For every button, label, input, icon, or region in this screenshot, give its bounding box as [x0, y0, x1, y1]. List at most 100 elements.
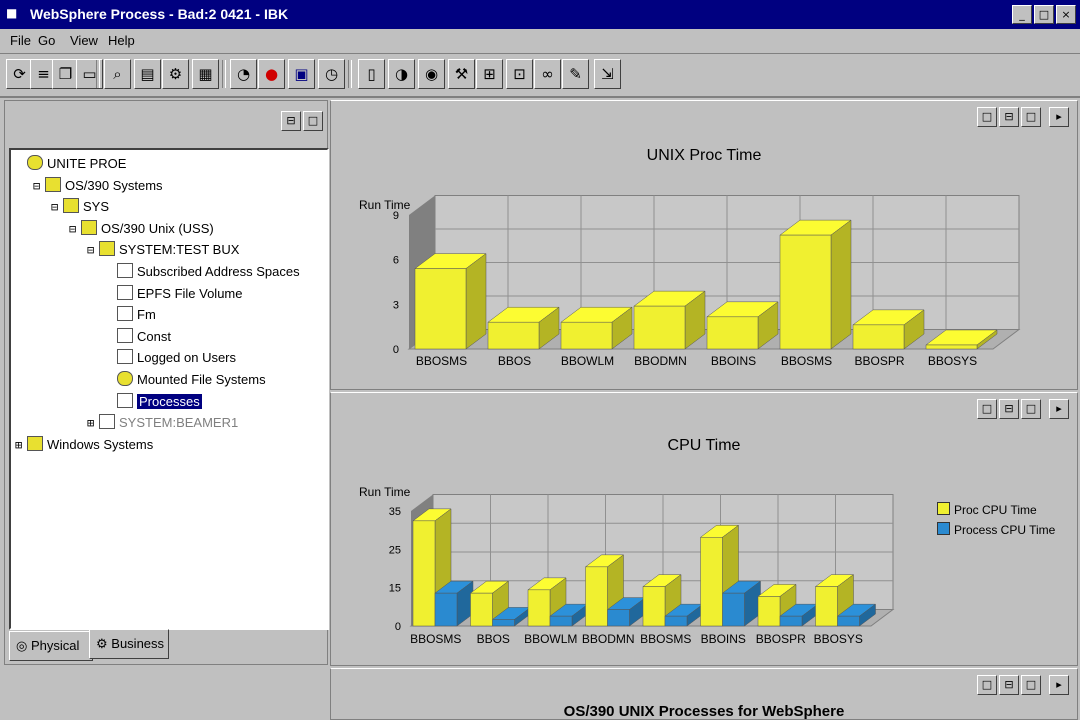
- tree-item[interactable]: Logged on Users: [105, 348, 236, 368]
- bar: [434, 592, 458, 627]
- business-icon: ⚙: [96, 636, 108, 651]
- search-icon[interactable]: ◔: [230, 59, 257, 89]
- tree-item[interactable]: ⊞ Windows Systems: [15, 435, 153, 455]
- folder-icon: [99, 241, 115, 257]
- table-controls: □ ⊟ □ ▸: [977, 675, 1069, 695]
- tree-icon[interactable]: ⊞: [476, 59, 503, 89]
- tree-item[interactable]: ⊟ SYS: [51, 197, 109, 217]
- tab-physical[interactable]: ◎ Physical: [9, 631, 93, 661]
- monitor-icon[interactable]: ◉: [418, 59, 445, 89]
- minimize-button[interactable]: _: [1012, 5, 1032, 24]
- menu-go[interactable]: Go: [38, 33, 55, 48]
- close-button[interactable]: ×: [1056, 5, 1076, 24]
- collapse-icon[interactable]: ⊟: [33, 176, 45, 196]
- wrench-icon[interactable]: ⚒: [448, 59, 475, 89]
- bar: [492, 619, 515, 627]
- tree-item[interactable]: EPFS File Volume: [105, 284, 243, 304]
- bar: [815, 586, 838, 627]
- tree-item[interactable]: Const: [105, 327, 171, 347]
- bar: [487, 321, 540, 350]
- chart-panel-cpu-time: □ ⊟ □ ▸ CPU Time Run Time 0 15 25 35 BBOSMS B…: [330, 392, 1078, 666]
- bar: [706, 316, 759, 350]
- expand-icon[interactable]: ⊞: [15, 435, 27, 455]
- next-icon[interactable]: ▸: [1049, 675, 1069, 695]
- legend-swatch-2: [937, 522, 950, 535]
- chart1-plot: 0 3 6 9 BBOSMS BBOS BBOWLM BBODMN BBOINS BBOSMS BB…: [393, 195, 1021, 368]
- menu-help[interactable]: Help: [108, 33, 135, 48]
- toolbar-separator: [96, 60, 100, 88]
- restore-icon[interactable]: ⊟: [281, 111, 301, 131]
- process-table-title: OS/390 UNIX Processes for WebSphere: [563, 703, 845, 720]
- gauge-icon[interactable]: ◑: [388, 59, 415, 89]
- find-icon[interactable]: ⌕: [104, 59, 131, 89]
- tree-item-label: OS/390 Systems: [65, 177, 163, 193]
- stop-icon[interactable]: ●: [258, 59, 285, 89]
- tree-item[interactable]: ⊟ SYSTEM:TEST BUX: [87, 240, 239, 260]
- tree-item-label: Mounted File Systems: [137, 372, 266, 387]
- copy-icon[interactable]: ❐: [52, 59, 79, 89]
- legend-label-1: Proc CPU Time: [954, 503, 1037, 517]
- tree-item-label: EPFS File Volume: [137, 285, 243, 301]
- maximize-icon[interactable]: □: [1021, 675, 1041, 695]
- bar: [664, 615, 688, 627]
- clock-icon[interactable]: ◷: [318, 59, 345, 89]
- x-tick-label: BBOSMS: [640, 632, 691, 646]
- y-tick-label: 9: [393, 210, 399, 222]
- print-icon[interactable]: ▤: [134, 59, 161, 89]
- export-icon[interactable]: ⇲: [594, 59, 621, 89]
- y-tick-label: 25: [389, 544, 401, 556]
- maximize-button[interactable]: □: [1034, 5, 1054, 24]
- maximize-icon[interactable]: □: [303, 111, 323, 131]
- tree-item[interactable]: UNITE PROE: [15, 154, 126, 174]
- tools-icon[interactable]: ✎: [562, 59, 589, 89]
- tree-item[interactable]: ⊞ SYSTEM:BEAMER1: [87, 413, 238, 433]
- refresh-icon[interactable]: ⟳: [6, 59, 33, 89]
- tree-item[interactable]: ⊟ OS/390 Systems: [33, 176, 163, 196]
- navigator-tree[interactable]: UNITE PROE ⊟ OS/390 Systems ⊟ SYS ⊟ OS/390 Uni…: [9, 148, 329, 630]
- panel-icon[interactable]: □: [977, 675, 997, 695]
- window-controls: _ □ ×: [1012, 5, 1076, 24]
- x-tick-label: BBOSMS: [416, 354, 467, 368]
- workspace-icon: [117, 392, 133, 408]
- tree-item[interactable]: Mounted File Systems: [105, 370, 266, 390]
- collapse-icon[interactable]: ⊟: [69, 219, 81, 239]
- tree-item-label: Const: [137, 328, 171, 344]
- chart-panel-proc-time: □ ⊟ □ ▸ UNIX Proc Time Run Time 0 3 6 9 BBOS…: [330, 100, 1078, 390]
- expand-icon[interactable]: ⊞: [87, 413, 99, 433]
- tree-item[interactable]: ⊟ OS/390 Unix (USS): [69, 219, 214, 239]
- workspace-icon: [99, 414, 115, 430]
- tree-item[interactable]: Processes: [105, 392, 202, 412]
- chart-icon[interactable]: ▣: [288, 59, 315, 89]
- workspace-icon: [117, 263, 133, 278]
- bar: [779, 615, 803, 627]
- tab-business[interactable]: ⚙ Business: [89, 629, 169, 659]
- tree-item-label: Windows Systems: [47, 436, 154, 452]
- menu-view[interactable]: View: [70, 33, 98, 48]
- tree-item-label: SYS: [83, 199, 110, 215]
- menu-bar: File Go View Help: [0, 29, 1080, 54]
- legend-item-1: Proc CPU Time: [937, 501, 1037, 519]
- x-tick-label: BBOSYS: [814, 632, 863, 646]
- restore-icon[interactable]: ⊟: [999, 675, 1019, 695]
- bar: [779, 234, 832, 350]
- tree-item-label: SYSTEM:TEST BUX: [119, 242, 240, 258]
- menu-file[interactable]: File: [10, 33, 31, 48]
- grid-icon[interactable]: ▦: [192, 59, 219, 89]
- app-icon: ■: [6, 6, 18, 20]
- workspace-icon: [117, 306, 133, 322]
- x-tick-label: BBOINS: [701, 632, 746, 646]
- settings-icon[interactable]: ⚙: [162, 59, 189, 89]
- x-tick-label: BBOSMS: [781, 354, 832, 368]
- tree-item[interactable]: Fm: [105, 305, 156, 325]
- tree-item[interactable]: Subscribed Address Spaces: [105, 262, 300, 282]
- legend-item-2: Process CPU Time: [937, 521, 1055, 539]
- tab-physical-label: Physical: [30, 638, 80, 653]
- folder-icon: [45, 176, 61, 192]
- page-icon[interactable]: ▯: [358, 59, 385, 89]
- collapse-icon[interactable]: ⊟: [87, 240, 99, 260]
- folder-icon: [27, 435, 43, 451]
- window-icon[interactable]: ⊡: [506, 59, 533, 89]
- link-icon[interactable]: ∞: [534, 59, 561, 89]
- tree-item-label: Fm: [137, 307, 156, 323]
- collapse-icon[interactable]: ⊟: [51, 197, 63, 217]
